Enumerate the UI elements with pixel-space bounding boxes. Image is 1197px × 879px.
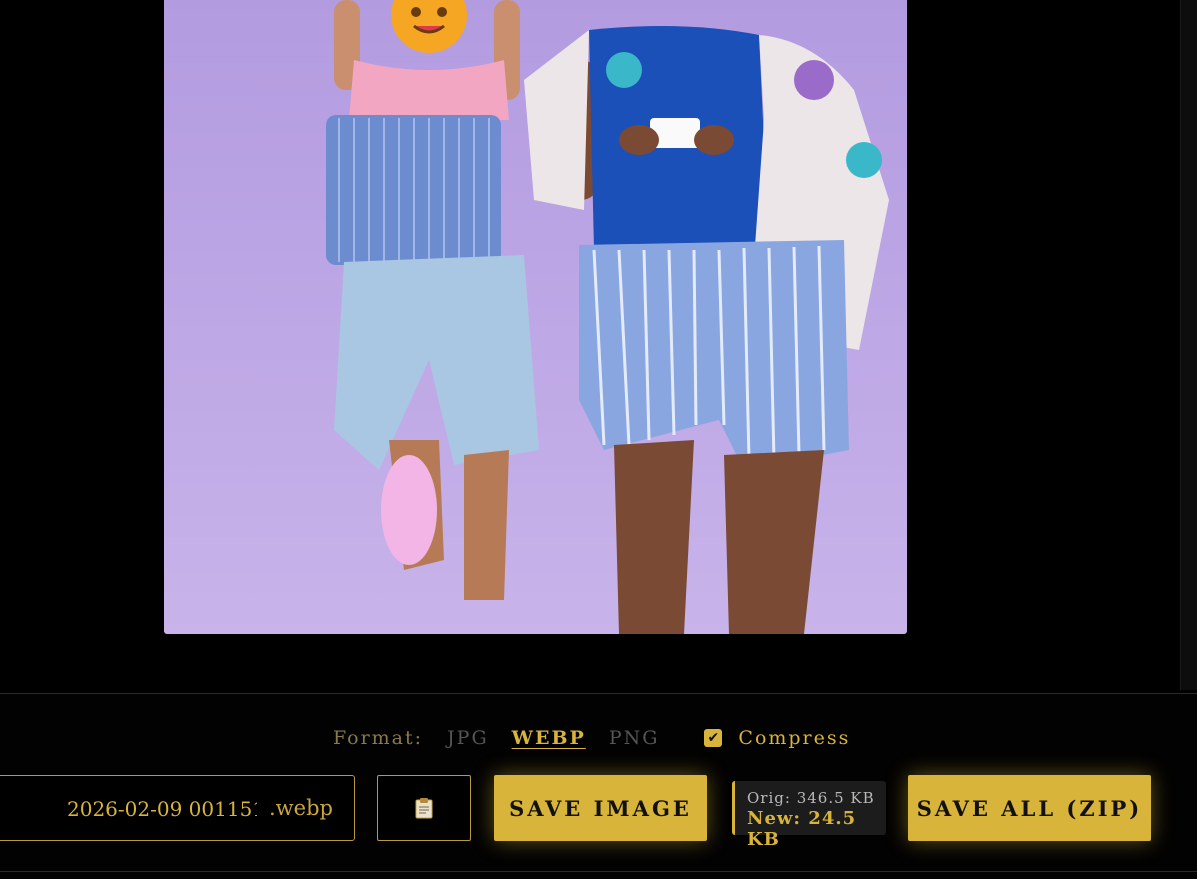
image-preview [164,0,907,634]
save-image-button[interactable]: SAVE IMAGE [494,775,707,841]
toolbar-divider [0,871,1197,872]
format-selector: Format: JPG WEBP PNG ✔ Compress [333,723,850,753]
original-size: Orig: 346.5 KB [747,789,875,807]
format-option-png[interactable]: PNG [609,727,660,749]
compress-checkbox[interactable]: ✔ [704,729,723,747]
format-option-webp[interactable]: WEBP [512,727,586,749]
file-size-info: Orig: 346.5 KB New: 24.5 KB [732,781,886,850]
save-all-zip-button[interactable]: SAVE ALL (ZIP) [908,775,1151,841]
format-option-jpg[interactable]: JPG [447,727,489,749]
format-label: Format: [333,727,424,749]
new-size: New: 24.5 KB [747,808,857,850]
compress-label: Compress [738,727,851,749]
paste-filename-button[interactable] [377,775,471,841]
compress-toggle[interactable]: ✔ Compress [704,727,850,749]
app-root: Format: JPG WEBP PNG ✔ Compress .webp SA… [0,0,1197,879]
preview-photo [164,0,907,634]
clipboard-icon [415,798,433,819]
scrollbar[interactable] [1180,0,1197,690]
filename-input[interactable] [67,795,257,823]
filename-extension: .webp [269,796,333,820]
filename-box: .webp [0,775,355,841]
